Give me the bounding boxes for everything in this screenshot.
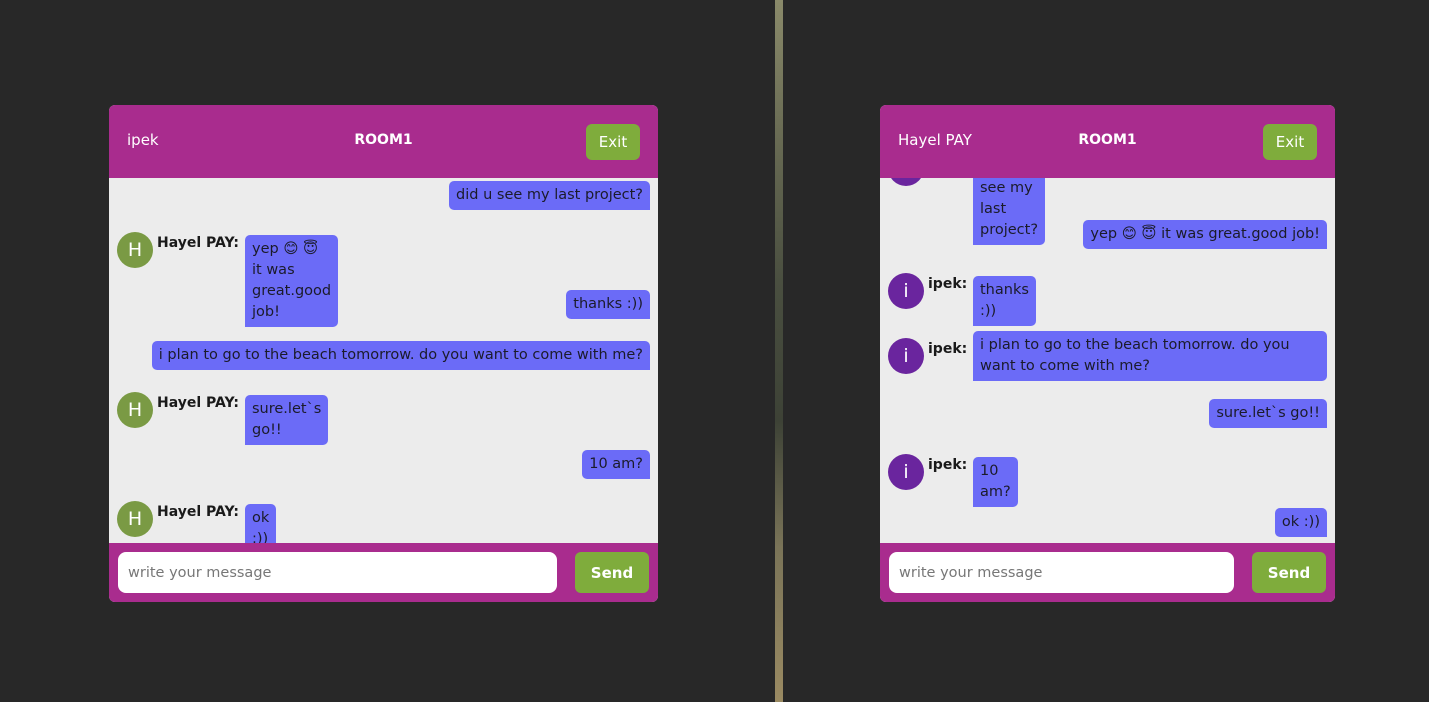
send-button[interactable]: Send: [1252, 552, 1326, 593]
message-list[interactable]: i ipek: did u see my last project? yep 😊…: [880, 178, 1335, 543]
current-username: Hayel PAY: [898, 131, 972, 149]
message-bubble: i plan to go to the beach tomorrow. do y…: [973, 331, 1327, 381]
avatar: i: [888, 454, 924, 490]
message-list[interactable]: did u see my last project? H Hayel PAY: …: [109, 178, 658, 543]
sender-name: Hayel PAY:: [157, 395, 240, 411]
avatar: H: [117, 501, 153, 537]
sender-name: ipek:: [928, 276, 968, 292]
sent-message: thanks :)): [566, 290, 650, 319]
sent-message: yep 😊 😇 it was great.good job!: [1083, 220, 1327, 249]
message-bubble: ok :)): [245, 504, 277, 543]
message-bubble: sure.let`s go!!: [245, 395, 329, 445]
sent-message: sure.let`s go!!: [1209, 399, 1327, 428]
avatar: H: [117, 232, 153, 268]
message-bubble: 10 am?: [973, 457, 1018, 507]
exit-button[interactable]: Exit: [1263, 124, 1317, 160]
avatar: i: [888, 273, 924, 309]
message-input[interactable]: [118, 552, 557, 593]
chat-header: ipek ROOM1 Exit: [109, 105, 658, 178]
message-bubble: yep 😊 😇 it was great.good job!: [245, 235, 339, 327]
sender-name: ipek:: [928, 341, 968, 357]
background-divider: [775, 0, 783, 702]
exit-button[interactable]: Exit: [586, 124, 640, 160]
message-bubble: thanks :)): [973, 276, 1036, 326]
sender-name: ipek:: [928, 457, 968, 473]
room-title: ROOM1: [354, 132, 413, 148]
message-bubble: did u see my last project?: [973, 178, 1046, 245]
sent-message: 10 am?: [582, 450, 650, 479]
chat-window-ipek: ipek ROOM1 Exit did u see my last projec…: [109, 105, 658, 602]
message-input[interactable]: [889, 552, 1234, 593]
send-button[interactable]: Send: [575, 552, 649, 593]
avatar: i: [888, 178, 924, 186]
sent-message: i plan to go to the beach tomorrow. do y…: [151, 341, 650, 370]
sender-name: Hayel PAY:: [157, 235, 240, 251]
message-composer: Send: [109, 543, 658, 602]
avatar: i: [888, 338, 924, 374]
message-composer: Send: [880, 543, 1335, 602]
sent-message: ok :)): [1274, 508, 1327, 537]
avatar: H: [117, 392, 153, 428]
sent-message: did u see my last project?: [449, 181, 650, 210]
chat-header: Hayel PAY ROOM1 Exit: [880, 105, 1335, 178]
chat-window-hayel: Hayel PAY ROOM1 Exit i ipek: did u see m…: [880, 105, 1335, 602]
current-username: ipek: [127, 131, 159, 149]
sender-name: Hayel PAY:: [157, 504, 240, 520]
